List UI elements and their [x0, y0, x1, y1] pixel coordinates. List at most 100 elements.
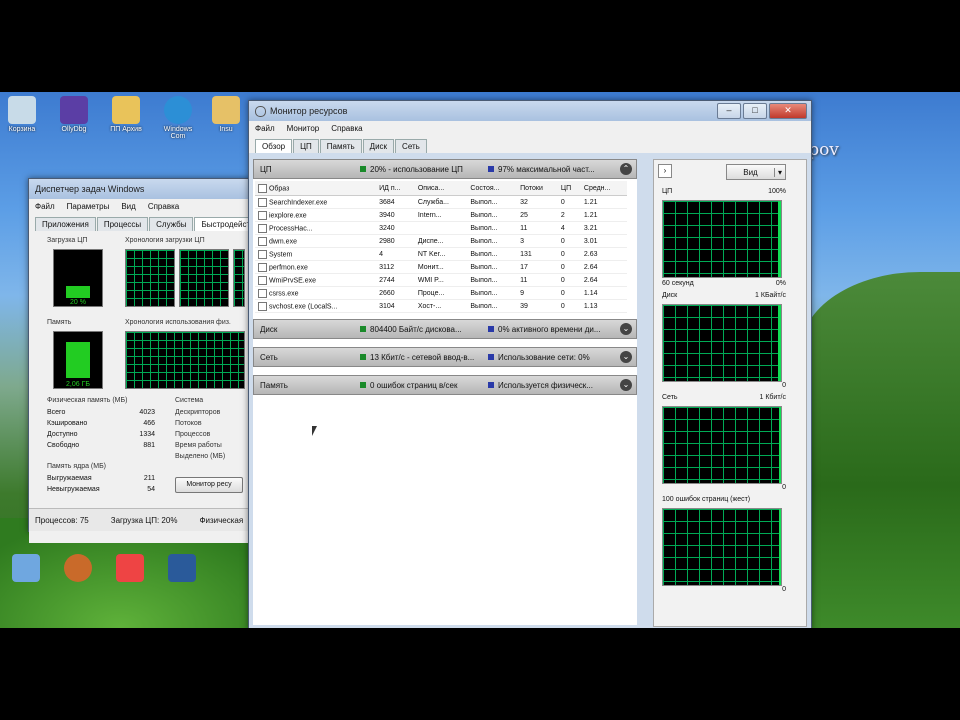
desktop-icon-archive[interactable]: ПП Архив: [104, 96, 148, 133]
minimize-button[interactable]: –: [717, 103, 741, 119]
tab-disk[interactable]: Диск: [362, 139, 395, 153]
chevron-down-icon[interactable]: ⌄: [620, 323, 632, 335]
desktop-icon-insu[interactable]: Insu: [208, 96, 244, 133]
status-physical: Физическая: [199, 515, 244, 525]
menu-help[interactable]: Справка: [148, 202, 179, 211]
desktop-icon-app-3[interactable]: [108, 554, 152, 584]
row-checkbox[interactable]: [258, 197, 267, 207]
column-average-cpu[interactable]: Средн...: [580, 181, 627, 196]
disk-section-info2: 0% активного времени ди...: [498, 324, 601, 334]
menu-view[interactable]: Вид: [121, 202, 135, 211]
system-commit: Выделено (МБ): [175, 453, 226, 460]
tab-memory[interactable]: Память: [319, 139, 362, 153]
graphs-panel: › Вид ▾ ЦП 100% 60 секунд 0% Диск 1 КБайт/с…: [653, 159, 807, 627]
cpu-section-header[interactable]: ЦП 20% - использование ЦП 97% максимальн…: [253, 159, 637, 179]
tab-applications[interactable]: Приложения: [35, 217, 96, 231]
app-icon: [12, 554, 40, 582]
column-description[interactable]: Описа...: [414, 181, 468, 196]
memory-section-title: Память: [260, 380, 288, 390]
hill-background: [800, 272, 960, 628]
cpu-history-label: Хронология загрузки ЦП: [125, 237, 205, 244]
desktop-icon-windows-com[interactable]: Windows Com: [156, 96, 200, 140]
tab-network[interactable]: Сеть: [395, 139, 427, 153]
memory-graph-footer: 0: [782, 586, 786, 593]
maximize-button[interactable]: □: [743, 103, 767, 119]
menu-options[interactable]: Параметры: [67, 202, 110, 211]
overview-panel: ЦП 20% - использование ЦП 97% максимальн…: [253, 159, 637, 625]
table-row[interactable]: WmiPrvSE.exe 2744 WMI P... Выпол... 11 0 2.64: [255, 273, 627, 287]
letterbox-bottom: [0, 628, 960, 720]
memory-meter: 2,06 ГБ: [53, 331, 103, 389]
resource-monitor-titlebar[interactable]: Монитор ресурсов – □ ✕: [249, 101, 811, 121]
disk-active-indicator: [488, 326, 494, 332]
kernel-memory-label: Память ядра (МБ): [47, 463, 107, 470]
cpu-history-graph-1: [125, 249, 175, 307]
table-row[interactable]: ProcessHac... 3240 Выпол... 11 4 3.21: [255, 221, 627, 235]
table-row[interactable]: System 4 NT Ker... Выпол... 131 0 2.63: [255, 247, 627, 261]
task-manager-window[interactable]: Диспетчер задач Windows Файл Параметры В…: [28, 178, 271, 543]
task-manager-titlebar[interactable]: Диспетчер задач Windows: [29, 179, 251, 199]
column-cpu[interactable]: ЦП: [557, 181, 581, 196]
chevron-up-icon[interactable]: ⌃: [620, 163, 632, 175]
desktop-icon-app-1[interactable]: [4, 554, 48, 584]
row-checkbox[interactable]: [258, 210, 267, 220]
physical-memory-label: Физическая память (МБ): [47, 397, 128, 404]
close-button[interactable]: ✕: [769, 103, 807, 119]
tab-processes[interactable]: Процессы: [96, 217, 149, 231]
memory-history-label: Хронология использования физ.: [125, 319, 231, 326]
desktop-icon-app-2[interactable]: [56, 554, 100, 584]
disk-section-info1: 804400 Байт/с дискова...: [370, 324, 462, 334]
tab-cpu[interactable]: ЦП: [293, 139, 319, 153]
chevron-down-icon[interactable]: ⌄: [620, 351, 632, 363]
table-row[interactable]: dwm.exe 2980 Диспе... Выпол... 3 0 3.01: [255, 234, 627, 248]
row-checkbox[interactable]: [258, 262, 267, 272]
desktop-icon-ollydbg[interactable]: OllyDbg: [52, 96, 96, 133]
table-row[interactable]: svchost.exe (LocalS... 3104 Хост-... Выпол.…: [255, 299, 627, 313]
column-pid[interactable]: ИД п...: [376, 181, 415, 196]
menu-monitor[interactable]: Монитор: [287, 124, 320, 133]
system-label: Система: [175, 397, 204, 404]
chevron-down-icon[interactable]: ⌄: [620, 379, 632, 391]
table-row[interactable]: iexplore.exe 3940 Intern... Выпол... 25 2 1.21: [255, 208, 627, 222]
desktop-icon-app-4[interactable]: [160, 554, 204, 584]
network-section-header[interactable]: Сеть 13 Кбит/с - сетевой ввод-в... Испол…: [253, 347, 637, 367]
row-checkbox[interactable]: [258, 249, 267, 259]
window-controls: – □ ✕: [717, 103, 807, 119]
status-processes: Процессов: 75: [35, 515, 89, 525]
row-checkbox[interactable]: [258, 301, 267, 311]
menu-help[interactable]: Справка: [331, 124, 362, 133]
row-checkbox[interactable]: [258, 275, 267, 285]
disk-section-header[interactable]: Диск 804400 Байт/с дискова... 0% активно…: [253, 319, 637, 339]
column-threads[interactable]: Потоки: [517, 181, 558, 196]
row-checkbox[interactable]: [258, 236, 267, 246]
row-checkbox[interactable]: [258, 288, 267, 298]
resource-monitor-window[interactable]: Монитор ресурсов – □ ✕ Файл Монитор Спра…: [248, 100, 812, 630]
column-image[interactable]: Образ: [255, 181, 377, 196]
cpu-graph-footer: 60 секунд 0%: [662, 280, 786, 287]
letterbox-top: [0, 0, 960, 92]
menu-file[interactable]: Файл: [255, 124, 275, 133]
tab-overview[interactable]: Обзор: [255, 139, 293, 153]
memory-label: Память: [47, 319, 72, 326]
row-checkbox[interactable]: [258, 223, 267, 233]
memory-graph-header: 100 ошибок страниц (жест): [662, 496, 751, 503]
memory-faults-indicator: [360, 382, 366, 388]
performance-panel: Загрузка ЦП 20 % Хронология загрузки ЦП …: [29, 231, 251, 543]
select-all-checkbox[interactable]: [258, 183, 267, 193]
cpu-graph-edge: [778, 201, 781, 277]
cpu-section-info2: 97% максимальной част...: [498, 164, 595, 174]
table-row[interactable]: SearchIndexer.exe 3684 Служба... Выпол... 32…: [255, 195, 627, 209]
memory-section-header[interactable]: Память 0 ошибок страниц в/сек Использует…: [253, 375, 637, 395]
resource-monitor-menubar: Файл Монитор Справка: [249, 121, 811, 135]
tab-services[interactable]: Службы: [149, 217, 194, 231]
table-row[interactable]: perfmon.exe 3112 Монит... Выпол... 17 0 2.64: [255, 260, 627, 274]
table-row[interactable]: csrss.exe 2660 Проце... Выпол... 9 0 1.14: [255, 286, 627, 300]
view-dropdown[interactable]: Вид ▾: [726, 164, 786, 180]
resource-monitor-button[interactable]: Монитор ресу: [175, 477, 243, 493]
collapse-graphs-button[interactable]: ›: [658, 164, 672, 178]
network-section-info1: 13 Кбит/с - сетевой ввод-в...: [370, 352, 475, 362]
column-status[interactable]: Состоя...: [467, 181, 518, 196]
desktop-icon-recycle-bin[interactable]: Корзина: [0, 96, 44, 133]
film-icon: [168, 554, 196, 582]
menu-file[interactable]: Файл: [35, 202, 55, 211]
